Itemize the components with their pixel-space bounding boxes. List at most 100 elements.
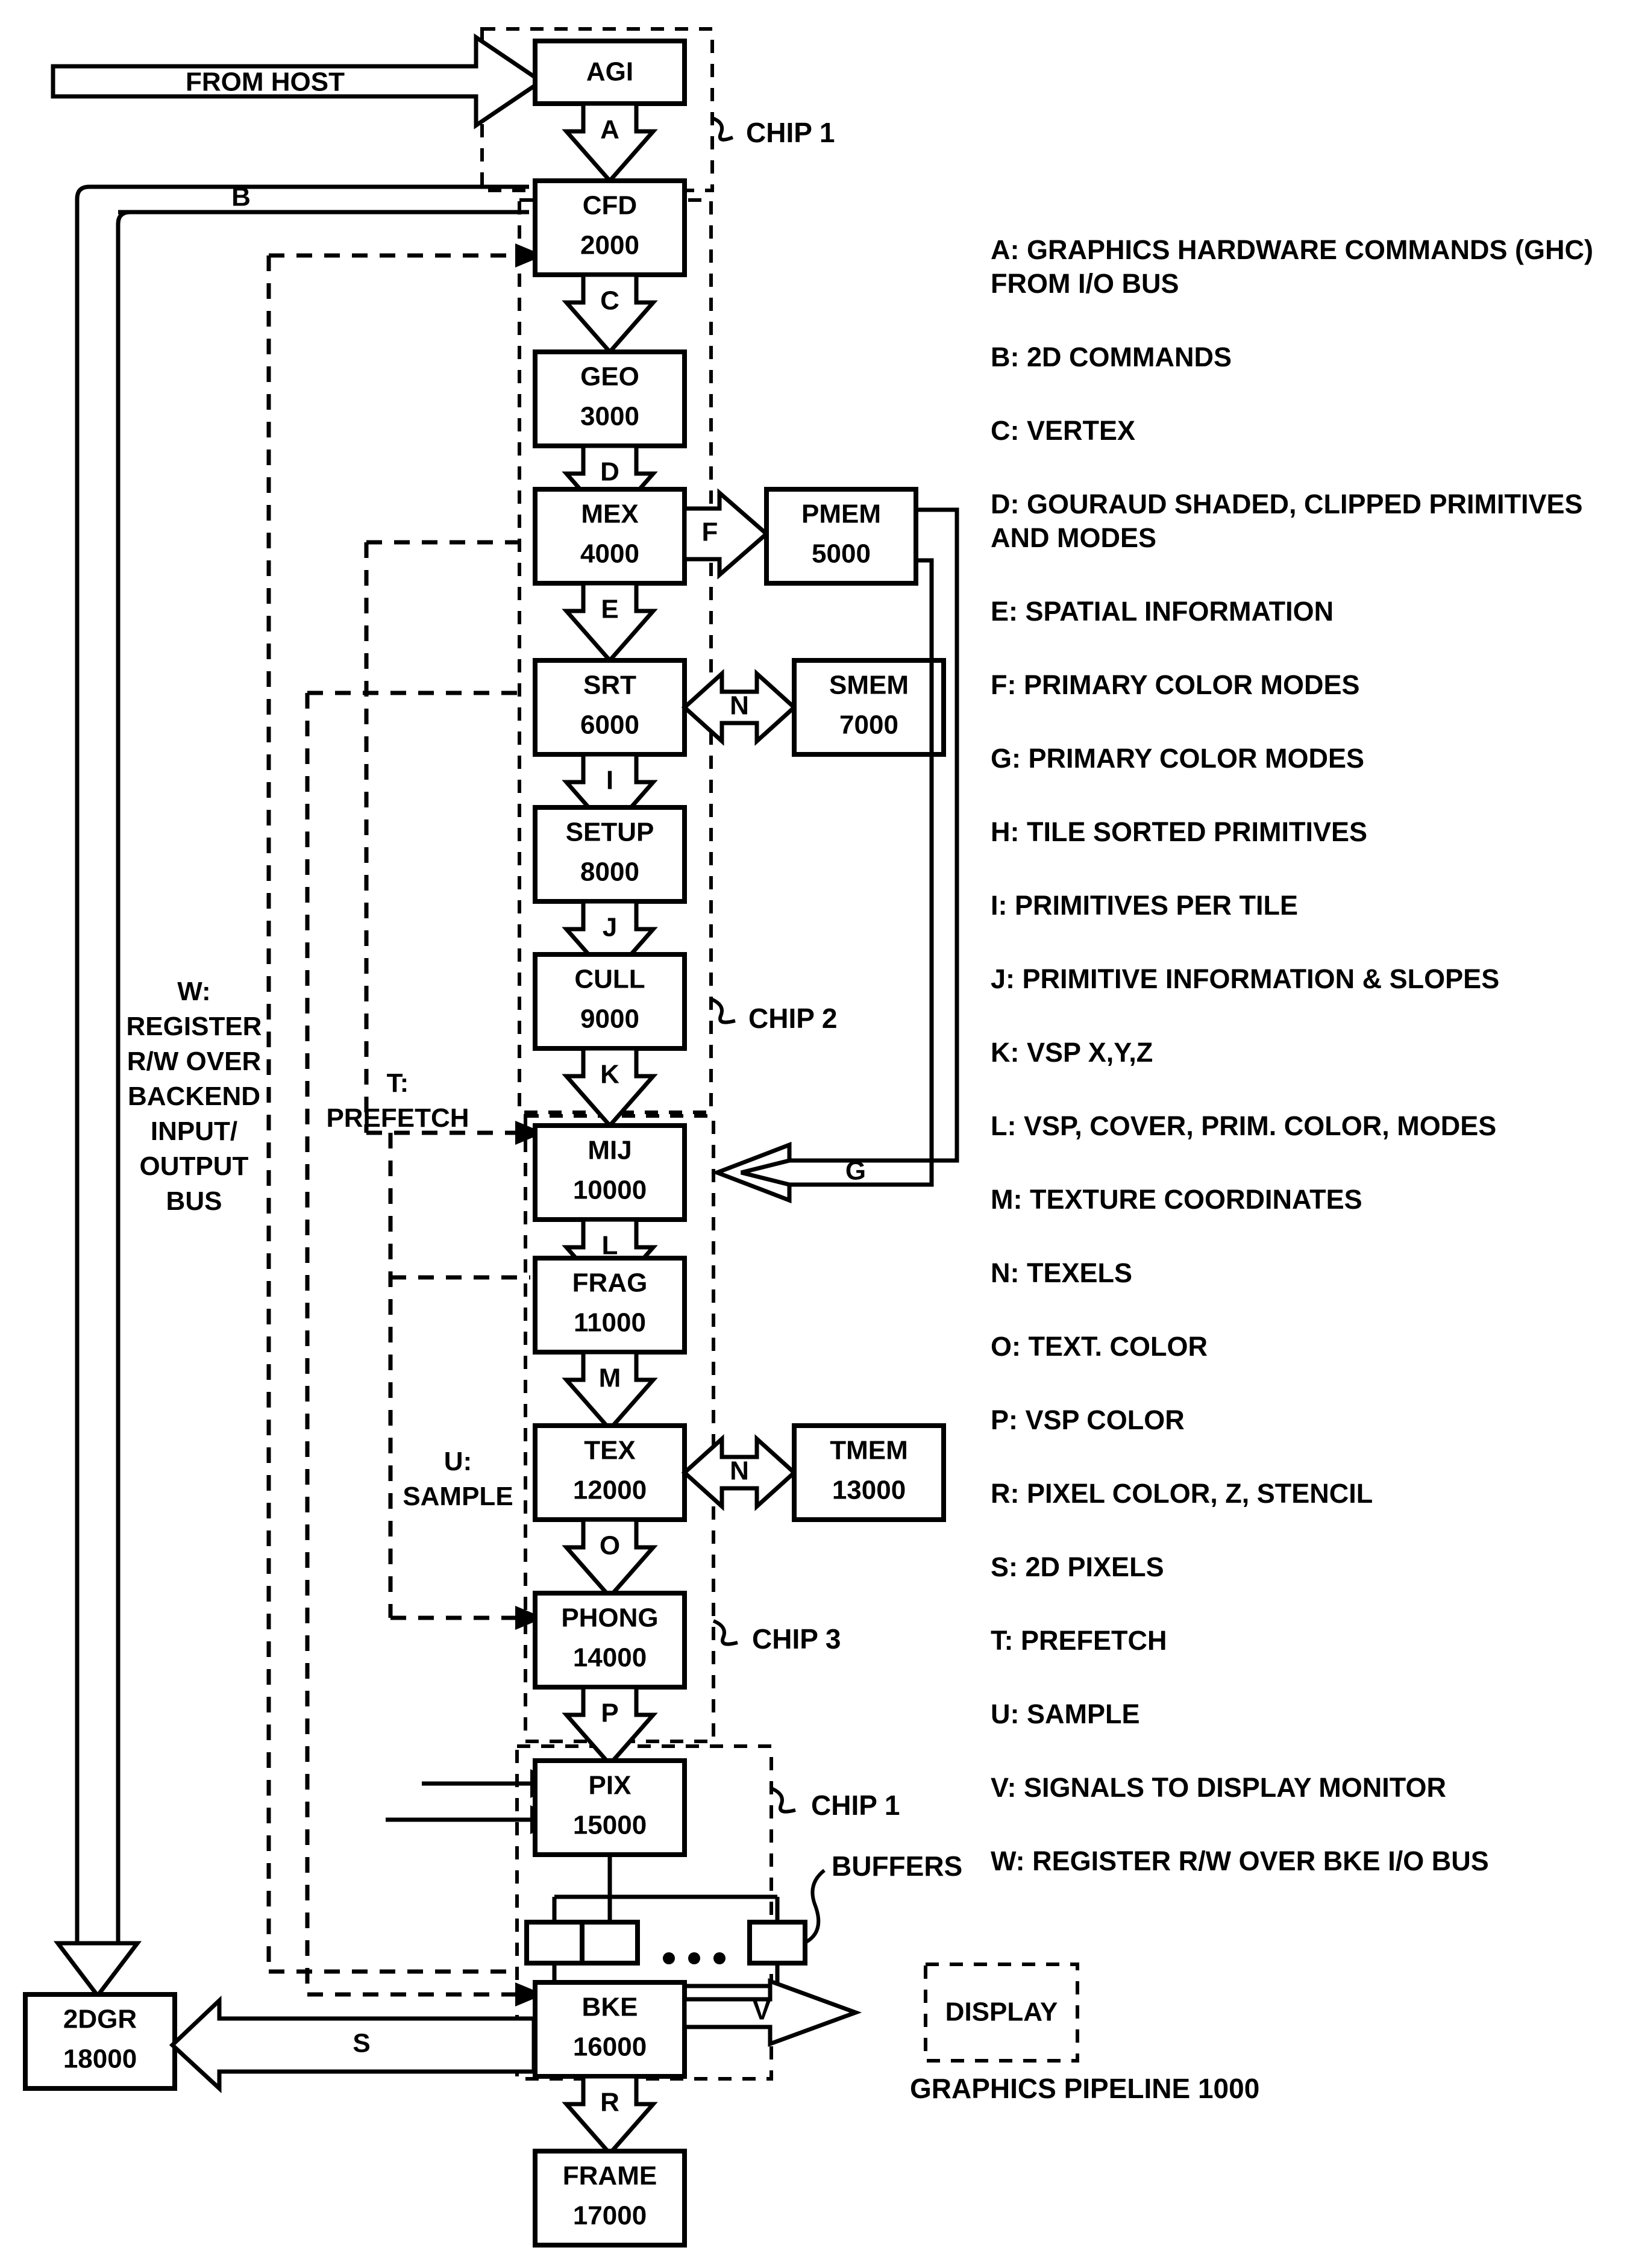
buffers-leader bbox=[804, 1869, 826, 1944]
block-frame-num: 17000 bbox=[573, 2201, 647, 2231]
legend-line: H: TILE SORTED PRIMITIVES bbox=[991, 816, 1367, 847]
legend-entry-t: T: PREFETCH bbox=[991, 1625, 1167, 1656]
chip1-bottom-label: CHIP 1 bbox=[811, 1790, 900, 1821]
flow-f-label: F bbox=[702, 518, 718, 547]
svg-text:INPUT/: INPUT/ bbox=[151, 1117, 237, 1146]
legend-entry-p: P: VSP COLOR bbox=[991, 1405, 1185, 1435]
svg-text:U:: U: bbox=[444, 1447, 472, 1476]
legend-entry-d: D: GOURAUD SHADED, CLIPPED PRIMITIVESAND… bbox=[991, 489, 1583, 553]
legend-line: V: SIGNALS TO DISPLAY MONITOR bbox=[991, 1772, 1446, 1803]
chip3-leader bbox=[712, 1619, 738, 1646]
block-2dgr-name: 2DGR bbox=[63, 2005, 137, 2034]
legend-entry-r: R: PIXEL COLOR, Z, STENCIL bbox=[991, 1478, 1373, 1509]
w-bus-inner bbox=[116, 210, 529, 1946]
svg-text:SAMPLE: SAMPLE bbox=[403, 1482, 513, 1511]
flow-d-label: D bbox=[600, 457, 619, 487]
buffer-ellipsis-dot-1 bbox=[663, 1952, 675, 1964]
legend-entry-j: J: PRIMITIVE INFORMATION & SLOPES bbox=[991, 963, 1499, 994]
legend-line: B: 2D COMMANDS bbox=[991, 342, 1232, 372]
block-cull-num: 9000 bbox=[580, 1004, 639, 1034]
block-cfd-num: 2000 bbox=[580, 231, 639, 260]
buffer-box-2[interactable] bbox=[580, 1920, 640, 1966]
legend-line: F: PRIMARY COLOR MODES bbox=[991, 669, 1360, 700]
legend-entry-i: I: PRIMITIVES PER TILE bbox=[991, 890, 1298, 921]
legend-line: I: PRIMITIVES PER TILE bbox=[991, 890, 1298, 921]
legend-line: D: GOURAUD SHADED, CLIPPED PRIMITIVES bbox=[991, 489, 1583, 519]
patent-figure: FROM HOST B AGI A CHIP 1 CFD 2000 C GEO … bbox=[0, 0, 1633, 2268]
block-display-label: DISPLAY bbox=[945, 1997, 1058, 2027]
legend-line: O: TEXT. COLOR bbox=[991, 1331, 1208, 1362]
flow-n-tmem-label: N bbox=[730, 1456, 749, 1486]
block-pix-name: PIX bbox=[589, 1771, 632, 1800]
buffer-ellipsis-dot-2 bbox=[688, 1952, 700, 1964]
chip2-label: CHIP 2 bbox=[748, 1003, 837, 1034]
block-smem-name: SMEM bbox=[829, 671, 909, 700]
chip3-label: CHIP 3 bbox=[752, 1623, 841, 1655]
legend-entry-v: V: SIGNALS TO DISPLAY MONITOR bbox=[991, 1772, 1446, 1803]
legend-line: L: VSP, COVER, PRIM. COLOR, MODES bbox=[991, 1111, 1496, 1141]
flow-k-label: K bbox=[600, 1060, 619, 1089]
flow-e-label: E bbox=[601, 595, 618, 624]
block-phong-num: 14000 bbox=[573, 1643, 647, 1673]
legend-entry-c: C: VERTEX bbox=[991, 415, 1135, 446]
legend-entry-e: E: SPATIAL INFORMATION bbox=[991, 596, 1334, 627]
g-feedback-inner bbox=[788, 558, 934, 1187]
legend-line: U: SAMPLE bbox=[991, 1699, 1140, 1729]
svg-text:REGISTER: REGISTER bbox=[127, 1012, 262, 1041]
legend-line: N: TEXELS bbox=[991, 1258, 1132, 1288]
block-srt-name: SRT bbox=[583, 671, 636, 700]
block-pmem-name: PMEM bbox=[801, 500, 881, 529]
pipeline-diagram: FROM HOST B AGI A CHIP 1 CFD 2000 C GEO … bbox=[23, 27, 1593, 2248]
legend-line: S: 2D PIXELS bbox=[991, 1552, 1164, 1582]
block-srt-num: 6000 bbox=[580, 710, 639, 740]
chip1-top-label: CHIP 1 bbox=[746, 117, 835, 148]
side-label-w: W: REGISTER R/W OVER BACKEND INPUT/ OUTP… bbox=[127, 977, 262, 1216]
block-cfd-name: CFD bbox=[583, 191, 637, 221]
flow-s-label: S bbox=[353, 2029, 370, 2058]
buffer-box-1[interactable] bbox=[524, 1920, 585, 1966]
svg-text:R/W OVER: R/W OVER bbox=[127, 1047, 261, 1076]
legend-line: M: TEXTURE COORDINATES bbox=[991, 1184, 1362, 1215]
block-frame-name: FRAME bbox=[563, 2161, 657, 2191]
block-setup-name: SETUP bbox=[566, 818, 654, 847]
block-pix-num: 15000 bbox=[573, 1811, 647, 1840]
side-label-t: T: PREFETCH bbox=[326, 1068, 469, 1133]
block-phong-name: PHONG bbox=[561, 1603, 658, 1633]
legend-entry-k: K: VSP X,Y,Z bbox=[991, 1037, 1153, 1068]
legend-entry-o: O: TEXT. COLOR bbox=[991, 1331, 1208, 1362]
arrow-g-head bbox=[711, 1141, 792, 1204]
flow-j-label: J bbox=[603, 913, 617, 942]
block-cull-name: CULL bbox=[574, 965, 645, 994]
legend-entry-b: B: 2D COMMANDS bbox=[991, 342, 1232, 372]
block-geo-num: 3000 bbox=[580, 402, 639, 431]
chip2-leader bbox=[710, 997, 736, 1024]
legend-entry-h: H: TILE SORTED PRIMITIVES bbox=[991, 816, 1367, 847]
legend-line: G: PRIMARY COLOR MODES bbox=[991, 743, 1364, 774]
legend-line: R: PIXEL COLOR, Z, STENCIL bbox=[991, 1478, 1373, 1509]
block-mex-num: 4000 bbox=[580, 539, 639, 569]
flow-p-label: P bbox=[601, 1699, 618, 1728]
legend-entry-u: U: SAMPLE bbox=[991, 1699, 1140, 1729]
block-bke-num: 16000 bbox=[573, 2032, 647, 2062]
legend-line: J: PRIMITIVE INFORMATION & SLOPES bbox=[991, 963, 1499, 994]
buffer-ellipsis-dot-3 bbox=[713, 1952, 726, 1964]
buffer-box-3[interactable] bbox=[747, 1920, 807, 1966]
chip1-bottom-leader bbox=[770, 1787, 796, 1814]
block-mij-num: 10000 bbox=[573, 1176, 647, 1205]
block-geo-name: GEO bbox=[580, 362, 639, 392]
block-setup-num: 8000 bbox=[580, 857, 639, 887]
flow-a-label: A bbox=[600, 115, 619, 145]
flow-m-label: M bbox=[599, 1364, 621, 1393]
legend-entry-w: W: REGISTER R/W OVER BKE I/O BUS bbox=[991, 1846, 1489, 1876]
w-bus-arrowhead bbox=[53, 1941, 142, 1999]
legend-line: AND MODES bbox=[991, 522, 1156, 553]
legend-entry-l: L: VSP, COVER, PRIM. COLOR, MODES bbox=[991, 1111, 1496, 1141]
block-bke-name: BKE bbox=[582, 1993, 638, 2022]
legend-line: W: REGISTER R/W OVER BKE I/O BUS bbox=[991, 1846, 1489, 1876]
chip1-top-leader bbox=[711, 116, 734, 142]
block-tex-name: TEX bbox=[584, 1436, 636, 1465]
legend: A: GRAPHICS HARDWARE COMMANDS (GHC)FROM … bbox=[991, 234, 1593, 1876]
arrow-f bbox=[682, 488, 770, 580]
block-mij-name: MIJ bbox=[588, 1136, 632, 1165]
legend-line: K: VSP X,Y,Z bbox=[991, 1037, 1153, 1068]
